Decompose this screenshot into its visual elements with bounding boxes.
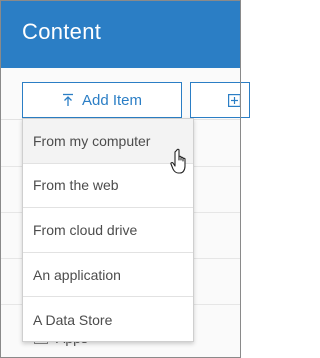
- menu-item-label: From cloud drive: [33, 221, 138, 238]
- add-square-icon: [228, 94, 242, 112]
- hand-cursor-icon: [170, 148, 192, 181]
- menu-item-from-cloud-drive[interactable]: From cloud drive: [23, 208, 193, 253]
- upload-arrow-icon: [62, 93, 74, 107]
- menu-item-label: A Data Store: [33, 311, 113, 328]
- app-header: Content: [0, 0, 241, 68]
- add-item-button[interactable]: Add Item: [22, 82, 182, 118]
- menu-item-from-my-computer[interactable]: From my computer: [23, 119, 193, 164]
- menu-item-label: From my computer: [33, 132, 151, 149]
- menu-item-an-application[interactable]: An application: [23, 253, 193, 298]
- add-item-label: Add Item: [81, 91, 143, 109]
- add-item-dropdown-menu: From my computer From the web From cloud…: [22, 118, 194, 342]
- create-button[interactable]: [190, 82, 250, 118]
- menu-item-a-data-store[interactable]: A Data Store: [23, 297, 193, 342]
- menu-item-label: An application: [33, 266, 121, 283]
- page-title: Content: [22, 19, 102, 44]
- menu-item-label: From the web: [33, 177, 119, 194]
- menu-item-from-the-web[interactable]: From the web: [23, 164, 193, 209]
